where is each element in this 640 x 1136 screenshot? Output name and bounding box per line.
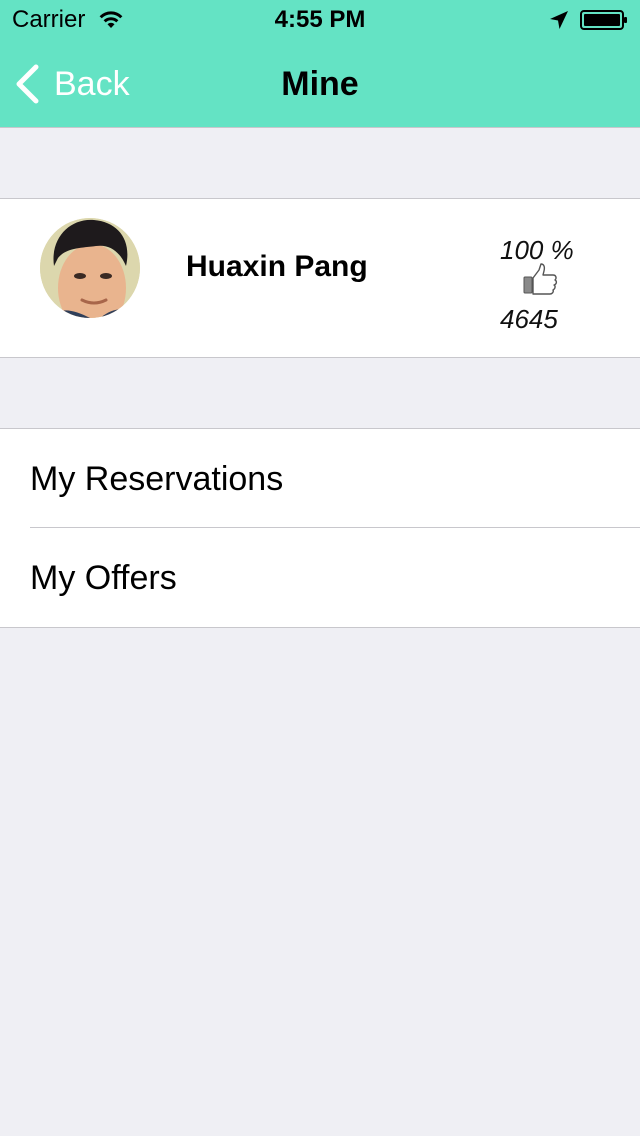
navigation-bar: Back Mine xyxy=(0,40,640,128)
menu-item-my-reservations[interactable]: My Reservations xyxy=(0,429,640,528)
avatar-photo xyxy=(40,218,140,318)
rating-percent: 100 % xyxy=(500,235,574,265)
avatar xyxy=(40,218,140,318)
status-bar: Carrier 4:55 PM xyxy=(0,0,640,40)
location-arrow-icon xyxy=(550,11,568,29)
likes-count: 4645 xyxy=(500,304,558,334)
chevron-left-icon xyxy=(16,64,39,104)
menu-list: My Reservations My Offers xyxy=(0,428,640,628)
menu-item-my-offers[interactable]: My Offers xyxy=(0,528,640,627)
back-button[interactable]: Back xyxy=(14,62,130,106)
profile-name: Huaxin Pang xyxy=(186,250,368,283)
back-label: Back xyxy=(54,65,130,103)
status-time: 4:55 PM xyxy=(274,6,366,33)
profile-card[interactable]: Huaxin Pang 100 % 4645 xyxy=(0,198,640,358)
header: Carrier 4:55 PM Back Mine xyxy=(0,0,640,128)
screen: Carrier 4:55 PM Back Mine Huaxin Pang 10… xyxy=(0,0,640,1136)
menu-item-label: My Offers xyxy=(30,559,177,597)
menu-item-label: My Reservations xyxy=(30,460,284,498)
thumbs-up-icon xyxy=(523,263,558,295)
battery-full-icon xyxy=(580,10,627,30)
